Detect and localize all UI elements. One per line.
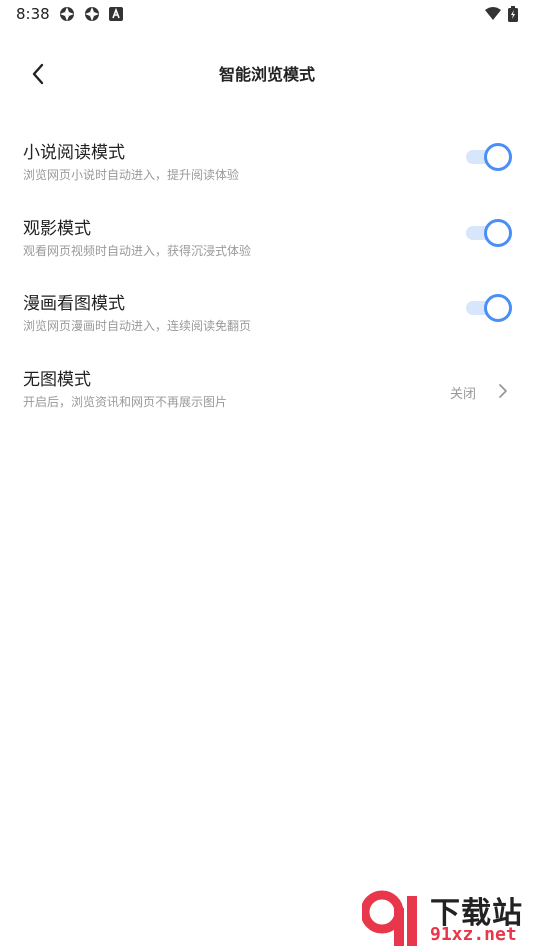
movie-mode-toggle[interactable]	[466, 218, 512, 247]
setting-title: 无图模式	[23, 370, 91, 390]
setting-row-comic-mode[interactable]: 漫画看图模式 浏览网页漫画时自动进入，连续阅读免翻页	[0, 289, 534, 361]
setting-row-novel-mode[interactable]: 小说阅读模式 浏览网页小说时自动进入，提升阅读体验	[0, 138, 534, 210]
wifi-icon	[484, 6, 501, 22]
status-bar: 8:38	[0, 0, 534, 28]
page-title: 智能浏览模式	[218, 65, 315, 84]
status-time: 8:38	[16, 5, 50, 23]
no-image-mode-value: 关闭	[449, 387, 476, 402]
app-notification-icon	[59, 6, 75, 22]
font-notification-icon	[109, 6, 125, 22]
setting-description: 浏览网页小说时自动进入，提升阅读体验	[23, 168, 240, 182]
setting-description: 浏览网页漫画时自动进入，连续阅读免翻页	[23, 319, 252, 333]
comic-mode-toggle[interactable]	[466, 293, 512, 322]
setting-description: 开启后，浏览资讯和网页不再展示图片	[23, 395, 228, 409]
watermark-logo-icon	[360, 890, 426, 948]
app-notification-icon	[84, 6, 100, 22]
setting-title: 小说阅读模式	[23, 143, 125, 163]
setting-description: 观看网页视频时自动进入，获得沉浸式体验	[23, 244, 252, 258]
setting-title: 漫画看图模式	[23, 294, 125, 314]
toggle-knob	[484, 294, 512, 322]
toggle-knob	[484, 143, 512, 171]
novel-mode-toggle[interactable]	[466, 142, 512, 171]
battery-icon	[508, 6, 524, 22]
toggle-knob	[484, 219, 512, 247]
watermark: 下载站 91xz.net	[360, 888, 534, 950]
watermark-site: 91xz.net	[430, 924, 517, 945]
setting-title: 观影模式	[23, 219, 91, 239]
chevron-right-icon	[496, 381, 510, 401]
setting-row-movie-mode[interactable]: 观影模式 观看网页视频时自动进入，获得沉浸式体验	[0, 214, 534, 286]
setting-row-no-image-mode[interactable]: 无图模式 开启后，浏览资讯和网页不再展示图片 关闭	[0, 365, 534, 437]
header: 智能浏览模式	[0, 48, 534, 98]
